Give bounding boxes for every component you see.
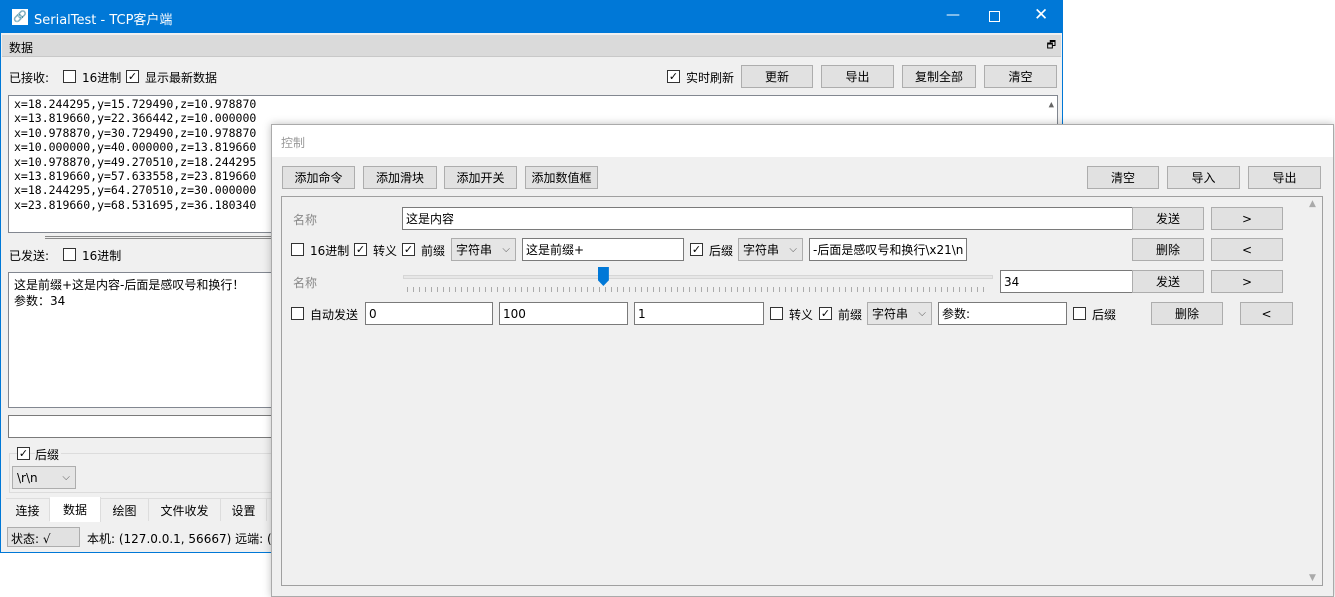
window-title: SerialTest - TCP客户端 <box>34 13 173 28</box>
slider-value-input[interactable]: 34 <box>1000 270 1133 293</box>
slider-prefix-type-select[interactable]: 字符串 ⌵ <box>867 302 932 325</box>
slider-escape-label: 转义 <box>789 308 814 322</box>
hex-label: 16进制 <box>82 71 122 85</box>
chevron-down-icon: ⌵ <box>918 308 926 319</box>
app-icon: 🔗 <box>12 9 28 25</box>
slider-min-input[interactable]: 0 <box>365 302 493 325</box>
tab-connect[interactable]: 连接 <box>6 499 50 521</box>
export-button[interactable]: 导出 <box>821 65 894 88</box>
suffix-type-value: 字符串 <box>743 243 780 257</box>
slider-max-input[interactable]: 100 <box>499 302 628 325</box>
command-suffix-input[interactable]: -后面是感叹号和换行\x21\n <box>809 238 967 261</box>
add-numeric-box-button[interactable]: 添加数值框 <box>525 166 598 189</box>
scroll-up-icon[interactable]: ▲ <box>1049 98 1054 112</box>
slider-move-left-button[interactable]: < <box>1240 302 1293 325</box>
send-input[interactable] <box>8 415 288 438</box>
slider-suffix-label: 后缀 <box>1092 308 1117 322</box>
command-suffix-checkbox[interactable]: ✓ <box>690 243 703 256</box>
add-switch-button[interactable]: 添加开关 <box>444 166 517 189</box>
minimize-icon[interactable]: — <box>946 7 960 23</box>
scroll-down-icon[interactable]: ▼ <box>1309 573 1316 583</box>
control-export-button[interactable]: 导出 <box>1248 166 1321 189</box>
received-label: 已接收: <box>9 71 50 85</box>
sent-line: 参数：34 <box>14 294 66 308</box>
title-bar: 🔗 SerialTest - TCP客户端 — ✕ <box>1 1 1062 33</box>
slider-delete-button[interactable]: 删除 <box>1151 302 1223 325</box>
close-icon[interactable]: ✕ <box>1034 5 1048 25</box>
scroll-up-icon[interactable]: ▲ <box>1309 199 1316 209</box>
command-content-input[interactable]: 这是内容 <box>402 207 1133 230</box>
slider-prefix-label: 前缀 <box>838 308 863 322</box>
suffix-checkbox[interactable]: ✓ <box>17 447 30 460</box>
slider-prefix-checkbox[interactable]: ✓ <box>819 307 832 320</box>
command-name-label: 名称 <box>293 213 318 227</box>
copy-all-button[interactable]: 复制全部 <box>902 65 976 88</box>
slider-suffix-checkbox[interactable] <box>1073 307 1086 320</box>
chevron-down-icon: ⌵ <box>62 472 70 483</box>
prefix-type-value: 字符串 <box>872 307 909 321</box>
sent-textarea[interactable]: 这是前缀+这是内容-后面是感叹号和换行！ 参数：34 <box>8 272 288 408</box>
tab-settings[interactable]: 设置 <box>221 499 267 521</box>
auto-send-checkbox[interactable] <box>291 307 304 320</box>
slider-track[interactable] <box>403 275 993 279</box>
add-slider-button[interactable]: 添加滑块 <box>363 166 437 189</box>
command-escape-checkbox[interactable]: ✓ <box>354 243 367 256</box>
suffix-select[interactable]: \r\n ⌵ <box>12 466 76 489</box>
suffix-label: 后缀 <box>35 446 62 463</box>
realtime-checkbox[interactable]: ✓ <box>667 70 680 83</box>
show-latest-label: 显示最新数据 <box>145 71 218 85</box>
command-prefix-label: 前缀 <box>421 244 446 258</box>
sent-line: 这是前缀+这是内容-后面是感叹号和换行！ <box>14 278 245 292</box>
slider-escape-checkbox[interactable] <box>770 307 783 320</box>
slider-move-right-button[interactable]: > <box>1211 270 1283 293</box>
sent-hex-checkbox[interactable] <box>63 248 76 261</box>
control-import-button[interactable]: 导入 <box>1167 166 1240 189</box>
command-suffix-label: 后缀 <box>709 244 734 258</box>
slider-prefix-input[interactable]: 参数: <box>938 302 1067 325</box>
realtime-label: 实时刷新 <box>686 71 735 85</box>
show-latest-checkbox[interactable]: ✓ <box>126 70 139 83</box>
maximize-icon[interactable] <box>989 11 1000 22</box>
command-prefix-type-select[interactable]: 字符串 ⌵ <box>451 238 516 261</box>
command-hex-label: 16进制 <box>310 244 350 258</box>
tab-plot[interactable]: 绘图 <box>101 499 149 521</box>
scrollbar[interactable]: ▲ ▼ <box>1305 197 1322 585</box>
sent-hex-label: 16进制 <box>82 249 122 263</box>
suffix-value: \r\n <box>17 470 38 485</box>
clear-button[interactable]: 清空 <box>984 65 1057 88</box>
prefix-type-value: 字符串 <box>456 243 493 257</box>
command-delete-button[interactable]: 删除 <box>1132 238 1204 261</box>
command-hex-checkbox[interactable] <box>291 243 304 256</box>
command-move-left-button[interactable]: < <box>1211 238 1283 261</box>
command-send-button[interactable]: 发送 <box>1132 207 1204 230</box>
hex-checkbox[interactable] <box>63 70 76 83</box>
command-suffix-type-select[interactable]: 字符串 ⌵ <box>738 238 803 261</box>
control-clear-button[interactable]: 清空 <box>1087 166 1159 189</box>
float-icon[interactable]: 🗗 <box>1047 38 1056 55</box>
chevron-down-icon: ⌵ <box>502 244 510 255</box>
tab-file-transfer[interactable]: 文件收发 <box>149 499 221 521</box>
slider-ticks <box>407 287 989 292</box>
command-move-right-button[interactable]: > <box>1211 207 1283 230</box>
tab-data[interactable]: 数据 <box>50 497 101 522</box>
slider-send-button[interactable]: 发送 <box>1132 270 1204 293</box>
slider-step-input[interactable]: 1 <box>634 302 764 325</box>
refresh-button[interactable]: 更新 <box>741 65 813 88</box>
status-badge: 状态: √ <box>7 527 80 547</box>
sent-label: 已发送: <box>9 249 50 263</box>
control-title: 控制 <box>281 136 306 150</box>
add-command-button[interactable]: 添加命令 <box>282 166 355 189</box>
section-header: 数据 🗗 <box>2 35 1061 57</box>
command-prefix-input[interactable]: 这是前缀+ <box>522 238 684 261</box>
command-prefix-checkbox[interactable]: ✓ <box>402 243 415 256</box>
status-info: 本机: (127.0.0.1, 56667) 远端: (12 <box>87 532 287 546</box>
command-escape-label: 转义 <box>373 244 398 258</box>
received-line: x=18.244295,y=15.729490,z=10.978870 <box>14 97 257 111</box>
auto-send-label: 自动发送 <box>310 308 359 322</box>
section-title: 数据 <box>9 41 34 55</box>
slider-name-label: 名称 <box>293 276 318 290</box>
chevron-down-icon: ⌵ <box>789 244 797 255</box>
control-title-bar: 控制 <box>272 125 1333 157</box>
